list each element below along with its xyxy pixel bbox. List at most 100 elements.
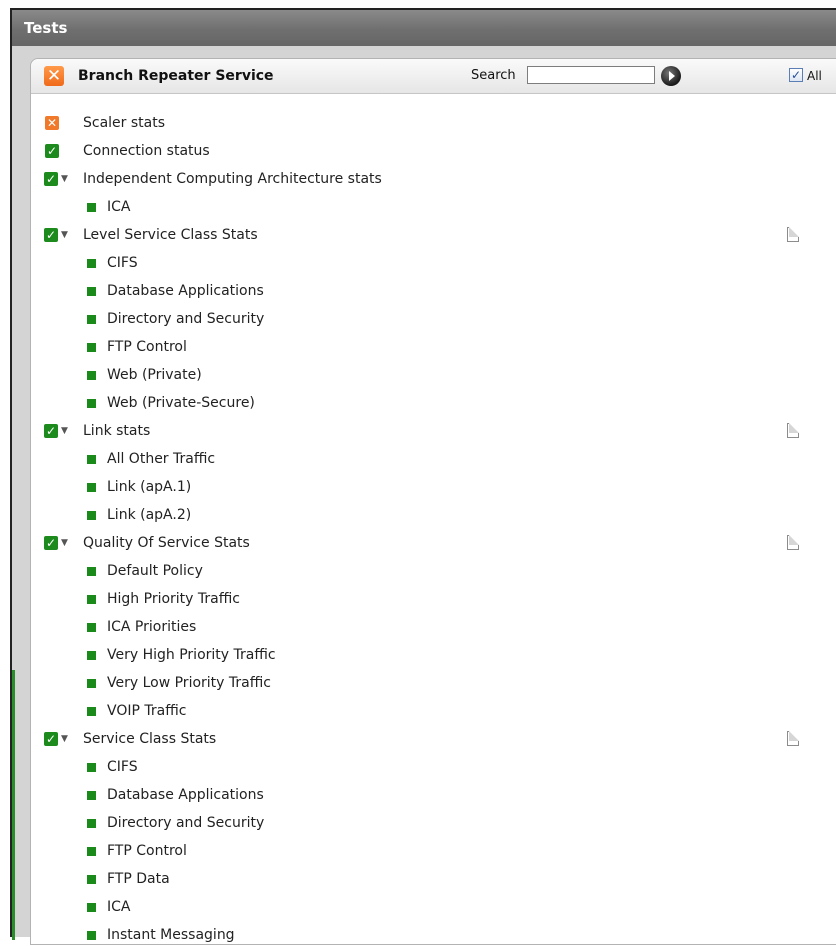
tree-child-label: Database Applications [107, 283, 264, 299]
tree-child-label: Web (Private) [107, 367, 202, 383]
tree-child[interactable]: Database Applications [31, 280, 836, 302]
tree-group-label: Level Service Class Stats [83, 227, 258, 243]
tree-child-label: CIFS [107, 759, 138, 775]
tree-child[interactable]: FTP Control [31, 336, 836, 358]
tree-child-label: Very Low Priority Traffic [107, 675, 271, 691]
tree-group-label: Independent Computing Architecture stats [83, 171, 382, 187]
tree-child-label: Directory and Security [107, 311, 265, 327]
status-square-icon [87, 847, 96, 856]
all-checkbox[interactable]: ✓ [789, 68, 803, 82]
search-label: Search [471, 68, 516, 83]
window-title: Tests [12, 10, 836, 46]
tree-child-label: All Other Traffic [107, 451, 216, 467]
status-square-icon [87, 707, 96, 716]
tree-child-label: Directory and Security [107, 815, 265, 831]
tree-child[interactable]: Web (Private) [31, 364, 836, 386]
tree-child[interactable]: All Other Traffic [31, 448, 836, 470]
status-square-icon [87, 595, 96, 604]
tree-child-label: High Priority Traffic [107, 591, 240, 607]
tree-child[interactable]: Very High Priority Traffic [31, 644, 836, 666]
status-square-icon [87, 287, 96, 296]
tree-child-label: Instant Messaging [107, 927, 235, 943]
tree-child-label: ICA [107, 199, 131, 215]
tree-child-label: Default Policy [107, 563, 203, 579]
status-x-icon[interactable]: ✕ [45, 116, 59, 130]
status-square-icon [87, 931, 96, 940]
status-check-icon[interactable]: ✓ [45, 144, 59, 158]
expand-chevron-icon[interactable]: ▼ [61, 168, 68, 190]
tree-item-label: Scaler stats [83, 115, 166, 131]
tree-child-label: FTP Data [107, 871, 170, 887]
status-square-icon [87, 203, 96, 212]
document-icon[interactable] [787, 731, 799, 746]
tree-child[interactable]: Instant Messaging [31, 924, 836, 946]
tree-child[interactable]: Very Low Priority Traffic [31, 672, 836, 694]
expand-chevron-icon[interactable]: ▼ [61, 224, 68, 246]
tree-child-label: Link (apA.2) [107, 507, 192, 523]
all-label: All [807, 69, 822, 83]
tree-item[interactable]: ✕ Scaler stats [31, 112, 836, 134]
tree-group[interactable]: ✓ ▼ Quality Of Service Stats [31, 532, 836, 554]
status-square-icon [87, 343, 96, 352]
tree-child[interactable]: Default Policy [31, 560, 836, 582]
tree-child[interactable]: Link (apA.1) [31, 476, 836, 498]
tree-child-label: VOIP Traffic [107, 703, 187, 719]
status-square-icon [87, 315, 96, 324]
tree-child[interactable]: CIFS [31, 756, 836, 778]
tree-child-label: Link (apA.1) [107, 479, 192, 495]
tree-child[interactable]: FTP Control [31, 840, 836, 862]
tree-child[interactable]: CIFS [31, 252, 836, 274]
document-icon[interactable] [787, 535, 799, 550]
status-check-icon[interactable]: ✓ [44, 424, 58, 438]
expand-chevron-icon[interactable]: ▼ [61, 728, 68, 750]
tree-child[interactable]: ICA [31, 196, 836, 218]
tree-group[interactable]: ✓ ▼ Independent Computing Architecture sta… [31, 168, 836, 190]
tree-child[interactable]: Database Applications [31, 784, 836, 806]
status-check-icon[interactable]: ✓ [44, 172, 58, 186]
search-go-button[interactable] [661, 66, 681, 86]
tree-child[interactable]: High Priority Traffic [31, 588, 836, 610]
status-square-icon [87, 567, 96, 576]
tree-child-label: Web (Private-Secure) [107, 395, 255, 411]
search-input[interactable] [527, 66, 655, 84]
tree-group[interactable]: ✓ ▼ Service Class Stats [31, 728, 836, 750]
status-square-icon [87, 651, 96, 660]
tree-child-label: ICA Priorities [107, 619, 197, 635]
tests-window: Tests ✕ Branch Repeater Service Search ✓… [10, 8, 836, 945]
status-square-icon [87, 483, 96, 492]
status-check-icon[interactable]: ✓ [44, 228, 58, 242]
panel-header: ✕ Branch Repeater Service Search ✓ All [31, 59, 836, 94]
tree-group[interactable]: ✓ ▼ Link stats [31, 420, 836, 442]
tree-child[interactable]: Directory and Security [31, 812, 836, 834]
status-check-icon[interactable]: ✓ [44, 536, 58, 550]
tree-child-label: Very High Priority Traffic [107, 647, 276, 663]
panel-title: Branch Repeater Service [78, 68, 274, 84]
close-icon[interactable]: ✕ [44, 66, 64, 86]
tree-child[interactable]: VOIP Traffic [31, 700, 836, 722]
tree-child[interactable]: Directory and Security [31, 308, 836, 330]
tree-group-label: Service Class Stats [83, 731, 217, 747]
service-panel: ✕ Branch Repeater Service Search ✓ All ✕… [30, 58, 836, 945]
tree-group-label: Quality Of Service Stats [83, 535, 250, 551]
status-check-icon[interactable]: ✓ [44, 732, 58, 746]
status-square-icon [87, 875, 96, 884]
expand-chevron-icon[interactable]: ▼ [61, 420, 68, 442]
tree-child[interactable]: ICA [31, 896, 836, 918]
tree-child[interactable]: FTP Data [31, 868, 836, 890]
expand-chevron-icon[interactable]: ▼ [61, 532, 68, 554]
tree-child[interactable]: Web (Private-Secure) [31, 392, 836, 414]
status-square-icon [87, 623, 96, 632]
status-square-icon [87, 903, 96, 912]
tree-child[interactable]: Link (apA.2) [31, 504, 836, 526]
tree-item[interactable]: ✓ Connection status [31, 140, 836, 162]
document-icon[interactable] [787, 227, 799, 242]
document-icon[interactable] [787, 423, 799, 438]
tree-child-label: FTP Control [107, 843, 187, 859]
tree-group-label: Link stats [83, 423, 151, 439]
status-square-icon [87, 511, 96, 520]
status-square-icon [87, 259, 96, 268]
tree-child[interactable]: ICA Priorities [31, 616, 836, 638]
tree-group[interactable]: ✓ ▼ Level Service Class Stats [31, 224, 836, 246]
status-square-icon [87, 679, 96, 688]
status-square-icon [87, 819, 96, 828]
